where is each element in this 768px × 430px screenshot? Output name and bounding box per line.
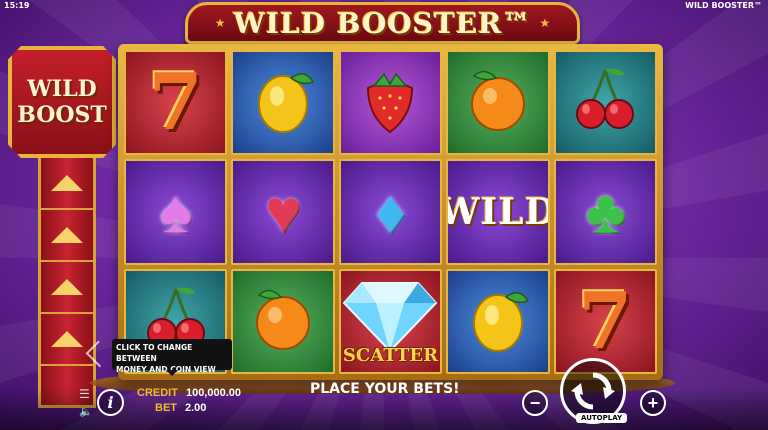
meter-level [41,262,93,314]
wild-boost-meter [38,158,96,408]
reel-cell [338,50,443,156]
cherries-icon [569,64,641,141]
tooltip-line-2: MONEY AND COIN VIEW [116,365,216,374]
wild-boost-label-1: WILD [27,76,97,102]
reel-cell [553,50,657,156]
clock: 15:19 [4,1,30,10]
wild-boost-panel: WILD BOOST [8,46,116,408]
meter-level [41,158,93,210]
reel-cell: 7 [124,50,228,156]
reel-cell: ♦ [338,159,443,265]
reel-cell: SCATTER [338,268,443,374]
reel-frame: 7 ♠ ♥ ♦ WILD ♣ SCATTER 7 [118,44,663,380]
arrow-up-icon [51,279,83,295]
bet-value: 2.00 [185,402,207,414]
reel-cell [446,50,550,156]
tooltip-line-1: CLICK TO CHANGE BETWEEN [116,343,193,363]
arrow-up-icon [51,175,83,191]
logo-title: WILD BOOSTER™ [233,6,532,40]
spade-icon: ♠ [159,177,192,245]
lemon-icon [247,64,319,141]
autoplay-button[interactable]: AUTOPLAY [576,413,628,423]
strawberry-icon [354,64,426,141]
reel-cell [446,268,550,374]
sound-icon[interactable]: 🔈 [79,405,93,418]
info-button[interactable]: i [97,389,124,416]
spin-arrows-icon [571,372,615,410]
reel-cell [231,268,335,374]
orange-icon [462,64,534,141]
menu-icon[interactable]: ☰ [79,387,90,401]
lemon-icon [462,283,534,360]
reel-cell: WILD [446,159,550,265]
info-icon: i [107,393,114,412]
credit-display[interactable]: CREDIT 100,000.00 [137,387,241,399]
decrease-bet-button[interactable]: − [522,390,548,416]
orange-icon [247,283,319,360]
heart-icon: ♥ [265,177,301,245]
arrow-up-icon [51,331,83,347]
reel-grid: 7 ♠ ♥ ♦ WILD ♣ SCATTER 7 [124,50,657,374]
status-message: PLACE YOUR BETS! [310,381,460,397]
meter-level [41,210,93,262]
club-icon: ♣ [585,177,625,245]
star-icon: ★ [539,16,551,30]
diamond-icon: ♦ [375,177,406,245]
star-icon: ★ [214,16,226,30]
seven-symbol: 7 [148,57,203,149]
seven-symbol: 7 [578,275,633,367]
minus-icon: − [529,393,541,413]
increase-bet-button[interactable]: + [640,390,666,416]
bet-display[interactable]: BET 2.00 [155,402,206,414]
wild-boost-badge: WILD BOOST [8,46,116,158]
wild-boost-label-2: BOOST [17,102,107,128]
wild-symbol: WILD [448,190,547,233]
reel-cell: ♠ [124,159,228,265]
plus-icon: + [647,393,659,413]
bet-label: BET [155,402,177,414]
game-name-label: WILD BOOSTER™ [685,1,762,10]
meter-level [41,314,93,366]
reel-cell: ♥ [231,159,335,265]
reel-cell: ♣ [553,159,657,265]
currency-tooltip: CLICK TO CHANGE BETWEEN MONEY AND COIN V… [112,339,232,376]
arrow-up-icon [51,227,83,243]
credit-label: CREDIT [137,387,178,399]
scatter-label: SCATTER [342,345,439,366]
credit-value: 100,000.00 [185,387,242,399]
reel-cell: 7 [553,268,657,374]
game-logo: ★ WILD BOOSTER™ ★ [185,2,580,44]
reel-cell [231,50,335,156]
